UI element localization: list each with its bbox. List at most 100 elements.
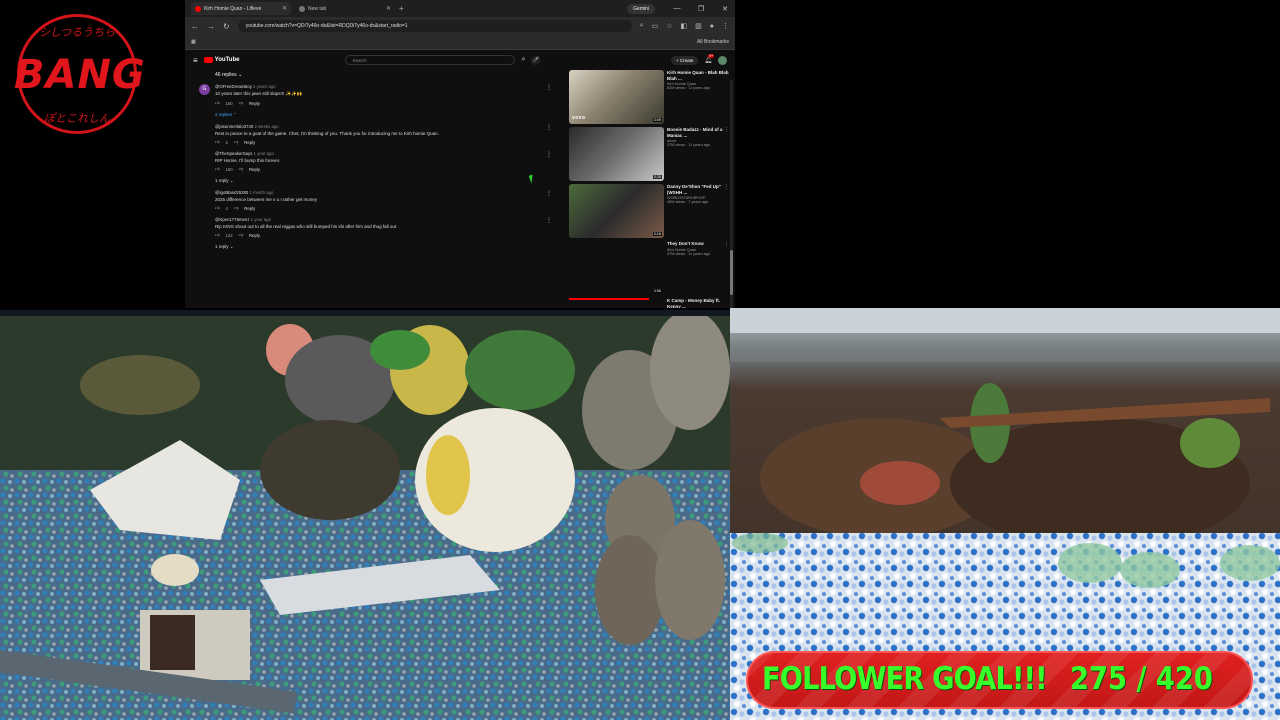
like-count: 2: [225, 139, 228, 145]
menu-kebab-icon[interactable]: ⋮: [722, 22, 729, 30]
recommendation-item[interactable]: 3:26 Boosie Badazz - Mind of a Maniac ..…: [569, 127, 729, 183]
url-field[interactable]: youtube.com/watch?v=QDiTy46o-ds&list=RDQ…: [237, 20, 632, 32]
extensions-icon[interactable]: ◧: [681, 22, 688, 30]
close-window-icon[interactable]: ✕: [715, 5, 735, 13]
video-menu-icon[interactable]: ⋮: [724, 127, 729, 133]
recommendation-item[interactable]: 3:16 Danny De'Shon "Fed Up" (WSHH ... WO…: [569, 184, 729, 240]
like-icon[interactable]: 👍︎: [215, 232, 220, 238]
video-menu-icon[interactable]: ⋮: [724, 70, 729, 76]
comment-reply: @jasonmerlalo3740 2 weeks ago Rest in pe…: [197, 124, 552, 145]
dislike-icon[interactable]: 👎︎: [239, 232, 243, 238]
recommendation-item[interactable]: 3:56 They Don't Know Kirh Homie Quan 37M…: [569, 241, 729, 297]
video-thumbnail[interactable]: 3:26: [569, 127, 664, 181]
comment-author[interactable]: @Kpen1776menz: [215, 217, 249, 222]
video-meta: 45M views · 7 years ago: [667, 200, 709, 205]
comment-menu-icon[interactable]: ⋮: [546, 217, 552, 224]
aquarium-scene-left: [0, 310, 730, 720]
toggle-replies-button[interactable]: 2 replies ⌃: [215, 112, 552, 118]
tab-close-icon[interactable]: ✕: [386, 5, 391, 12]
video-title[interactable]: Danny De'Shon "Fed Up" (WSHH ...: [667, 184, 729, 195]
tab-youtube[interactable]: Kirh Homie Quan - Lifleve ✕: [191, 2, 291, 15]
notifications-bell-icon[interactable]: 🔔︎ 9+: [704, 53, 715, 64]
comment-menu-icon[interactable]: ⋮: [546, 151, 552, 158]
forward-icon[interactable]: →: [207, 22, 215, 31]
follower-goal-count: 275 / 420: [1070, 661, 1213, 697]
comment-menu-icon[interactable]: ⋮: [546, 124, 552, 131]
tab-close-icon[interactable]: ✕: [282, 5, 287, 12]
comment-text: Rip KING shout out to all the real nigga…: [215, 224, 397, 229]
dislike-icon[interactable]: 👎︎: [239, 166, 243, 172]
stream-overlay: シしつるうちら BANG ぽとこれしん Kirh Homie Quan - Li…: [0, 0, 1280, 720]
back-icon[interactable]: ←: [191, 22, 199, 31]
like-icon[interactable]: 👍︎: [215, 100, 220, 106]
video-menu-icon[interactable]: ⋮: [724, 241, 729, 247]
youtube-logo[interactable]: YouTube: [203, 57, 239, 63]
minimize-icon[interactable]: —: [667, 5, 687, 12]
comment-author[interactable]: @jasonmerlalo3740: [215, 124, 253, 129]
video-title[interactable]: K Camp - Money Baby ft. Kenny ...: [667, 298, 729, 308]
like-count: 160: [225, 166, 233, 172]
hamburger-menu-icon[interactable]: ≡: [193, 56, 198, 65]
video-thumbnail[interactable]: vevo 3:09: [569, 70, 664, 124]
dislike-icon[interactable]: 👎︎: [234, 139, 238, 145]
bookmark-star-icon[interactable]: ☆: [666, 22, 672, 30]
video-duration: 3:16: [652, 232, 662, 236]
new-tab-button[interactable]: +: [399, 4, 404, 13]
scrollbar-thumb[interactable]: [730, 250, 733, 295]
tab-new[interactable]: New tab ✕: [295, 2, 395, 15]
comments-section: 46 replies ⌄ G @OFreeDreamBoy 2 years ag…: [197, 70, 552, 250]
comment-author[interactable]: @OFreeDreamBoy: [215, 84, 252, 89]
zoom-icon[interactable]: ⌕: [640, 22, 644, 30]
recommendation-item[interactable]: vevo 3:09 Kirh Homie Quan - Blah Blah Bl…: [569, 70, 729, 126]
restore-icon[interactable]: ❐: [691, 5, 711, 13]
comment-menu-icon[interactable]: ⋮: [546, 84, 552, 91]
dislike-icon[interactable]: 👎︎: [239, 100, 243, 106]
profile-icon[interactable]: ●: [710, 23, 714, 30]
comment-reply: @TheSpeakerSays 1 year ago RIP Homie, I'…: [197, 151, 552, 172]
comment-author[interactable]: @IgotBandz5280: [215, 190, 248, 195]
comment-text: Rest in peace to a goat of the game. Che…: [215, 131, 439, 136]
dislike-icon[interactable]: 👎︎: [234, 205, 238, 211]
logo-top-script: シしつるうちら: [38, 26, 116, 39]
video-title[interactable]: Kirh Homie Quan - Blah Blah Blah ...: [667, 70, 729, 81]
tab-title: New tab: [308, 5, 327, 12]
comment-age: 1 year ago: [253, 151, 274, 156]
youtube-header: ≡ YouTube Search ⌕ 🎤︎ + Create 🔔︎ 9+: [185, 50, 735, 70]
like-count: 122: [225, 232, 233, 238]
account-avatar[interactable]: [718, 55, 727, 65]
apps-icon[interactable]: ▦: [191, 39, 196, 45]
page-scrollbar[interactable]: [730, 80, 733, 308]
all-bookmarks-link[interactable]: All Bookmarks: [697, 39, 729, 45]
microphone-icon[interactable]: 🎤︎: [531, 55, 541, 65]
split-view-icon[interactable]: ▥: [695, 22, 702, 30]
reply-button[interactable]: Reply: [249, 167, 260, 172]
comment-menu-icon[interactable]: ⋮: [546, 190, 552, 197]
bookmarks-bar: ▦ All Bookmarks: [185, 35, 735, 50]
recommendation-item[interactable]: K Camp - Money Baby ft. Kenny ...: [569, 298, 729, 308]
reload-icon[interactable]: ↻: [223, 22, 230, 31]
reply-button[interactable]: Reply: [244, 140, 255, 145]
reply-button[interactable]: Reply: [249, 101, 260, 106]
cast-icon[interactable]: ▭: [652, 22, 659, 30]
video-title[interactable]: Boosie Badazz - Mind of a Maniac ...: [667, 127, 729, 138]
video-title[interactable]: They Don't Know: [667, 241, 729, 247]
reply-button[interactable]: Reply: [244, 206, 255, 211]
avatar[interactable]: G: [199, 84, 210, 95]
gemini-button[interactable]: Gemini: [627, 3, 655, 14]
bang-logo: シしつるうちら BANG ぽとこれしん: [14, 14, 145, 134]
replies-count-toggle[interactable]: 46 replies ⌄: [215, 72, 552, 78]
like-icon[interactable]: 👍︎: [215, 205, 220, 211]
like-icon[interactable]: 👍︎: [215, 166, 220, 172]
toggle-replies-button[interactable]: 1 reply ⌄: [215, 178, 552, 184]
youtube-search-input[interactable]: Search: [345, 55, 516, 65]
comment-author[interactable]: @TheSpeakerSays: [215, 151, 252, 156]
comment-age: 2 weeks ago: [254, 124, 279, 129]
video-menu-icon[interactable]: ⋮: [724, 184, 729, 190]
video-thumbnail[interactable]: 3:16: [569, 184, 664, 238]
search-icon[interactable]: ⌕: [521, 56, 525, 64]
video-thumbnail[interactable]: 3:56: [569, 241, 664, 295]
toggle-replies-button[interactable]: 1 reply ⌄: [215, 244, 552, 250]
create-button[interactable]: + Create: [670, 55, 699, 65]
like-icon[interactable]: 👍︎: [215, 139, 220, 145]
reply-button[interactable]: Reply: [249, 233, 260, 238]
